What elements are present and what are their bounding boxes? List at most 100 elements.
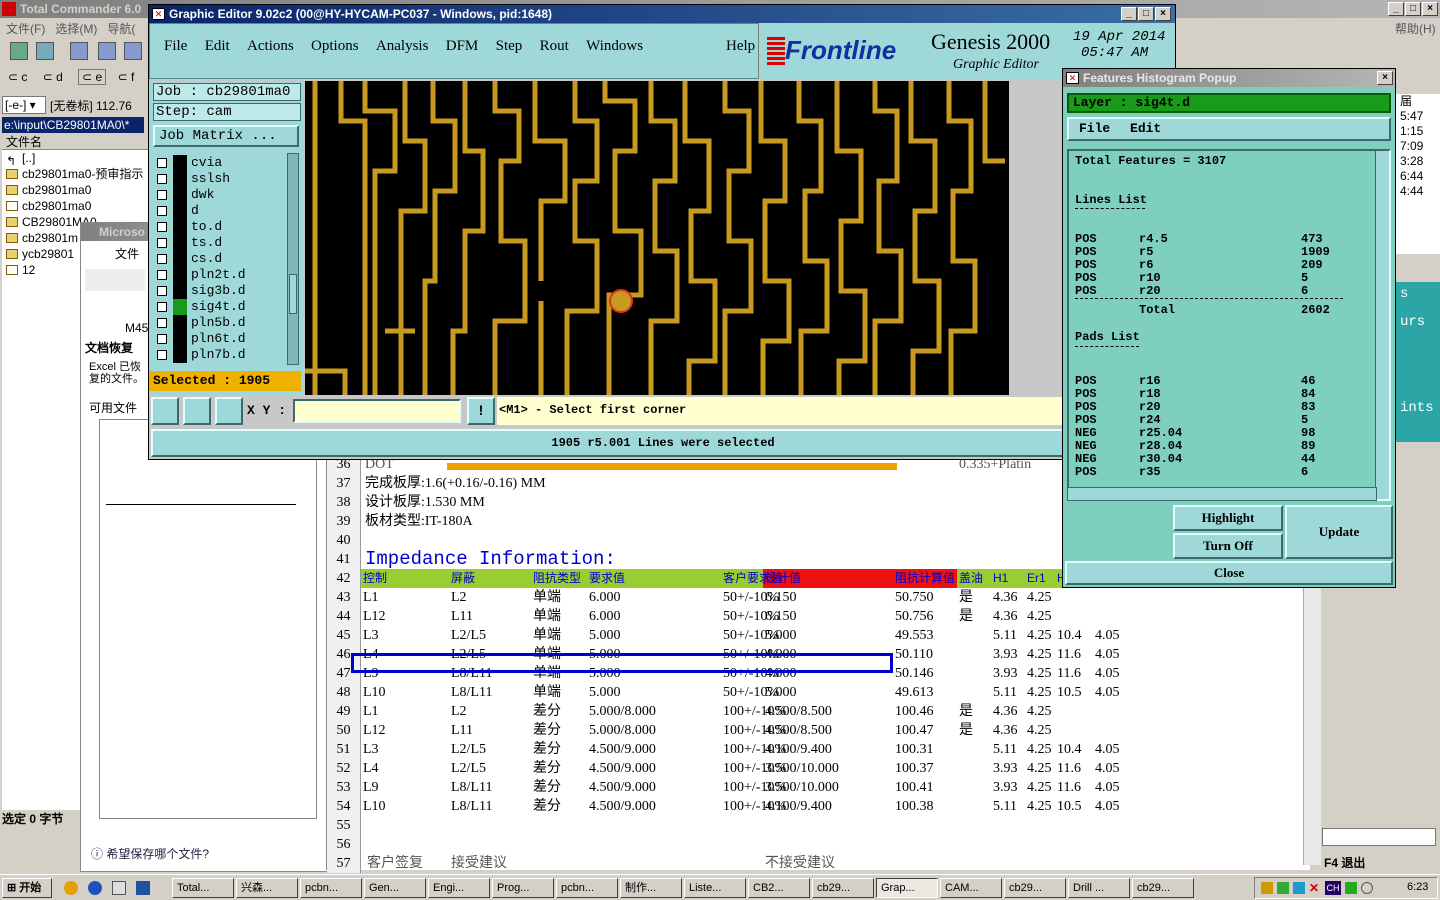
- histogram-scrollbar[interactable]: [1375, 151, 1389, 499]
- taskbar-item[interactable]: Total...: [172, 878, 234, 898]
- sheet-cell[interactable]: 4.25: [1027, 702, 1052, 721]
- sheet-cell[interactable]: 单端: [533, 607, 561, 626]
- save-question[interactable]: ⓘ 希望保存哪个文件?: [91, 845, 209, 862]
- sheet-cell[interactable]: 要求值: [589, 569, 625, 588]
- sheet-cell[interactable]: L2/L5: [451, 740, 486, 759]
- sheet-cell[interactable]: 差分: [533, 702, 561, 721]
- select-mode-icon[interactable]: [151, 397, 179, 425]
- layer-color-swatch[interactable]: [173, 267, 187, 283]
- layer-row[interactable]: pln6t.d: [151, 331, 273, 347]
- layer-checkbox[interactable]: [157, 286, 167, 296]
- sheet-cell[interactable]: 5.11: [993, 740, 1017, 759]
- sheet-cell[interactable]: L12: [363, 607, 386, 626]
- sheet-cell[interactable]: L4: [363, 759, 379, 778]
- layer-checkbox[interactable]: [157, 222, 167, 232]
- sheet-cell[interactable]: 4.25: [1027, 683, 1052, 702]
- sheet-cell[interactable]: 10.5: [1057, 683, 1082, 702]
- sheet-cell[interactable]: 不接受建议: [765, 854, 835, 873]
- layer-checkbox[interactable]: [157, 270, 167, 280]
- sheet-cell[interactable]: 差分: [533, 721, 561, 740]
- ge-close-button[interactable]: ×: [1155, 7, 1171, 21]
- sheet-row[interactable]: 55: [327, 816, 1311, 835]
- drive-e[interactable]: ⊂ e: [78, 69, 107, 85]
- menu-step[interactable]: Step: [496, 24, 523, 55]
- sheet-cell[interactable]: 4.25: [1027, 626, 1052, 645]
- popup-menu-edit[interactable]: Edit: [1130, 121, 1161, 136]
- sheet-scrollbar[interactable]: [1303, 585, 1321, 865]
- layer-row[interactable]: dwk: [151, 187, 273, 203]
- layer-checkbox[interactable]: [157, 190, 167, 200]
- sheet-cell[interactable]: 4.05: [1095, 664, 1120, 683]
- sheet-cell[interactable]: 11.6: [1057, 645, 1081, 664]
- popup-close-x[interactable]: ×: [1377, 71, 1393, 85]
- layer-checkbox[interactable]: [157, 174, 167, 184]
- taskbar-item[interactable]: 兴森...: [236, 878, 298, 898]
- tray-icon[interactable]: [1277, 882, 1289, 894]
- taskbar-item[interactable]: cb29...: [812, 878, 874, 898]
- job-matrix-button[interactable]: Job Matrix ...: [153, 125, 299, 147]
- sheet-cell[interactable]: 5.000: [765, 683, 797, 702]
- sheet-cell[interactable]: 4.500/9.000: [589, 797, 656, 816]
- layer-name[interactable]: cvia: [187, 156, 271, 170]
- sheet-cell[interactable]: 49.613: [895, 683, 934, 702]
- sheet-cell[interactable]: 4.05: [1095, 683, 1120, 702]
- sheet-cell[interactable]: 4.05: [1095, 740, 1120, 759]
- sheet-cell[interactable]: 5.000: [765, 626, 797, 645]
- row-number[interactable]: 49: [327, 702, 361, 721]
- layer-checkbox[interactable]: [157, 206, 167, 216]
- full-icon[interactable]: [98, 42, 116, 60]
- sheet-cell[interactable]: H1: [993, 569, 1008, 588]
- sheet-cell[interactable]: 4.36: [993, 702, 1018, 721]
- layer-checkbox[interactable]: [157, 238, 167, 248]
- layer-name[interactable]: sslsh: [187, 172, 271, 186]
- sheet-cell[interactable]: 6.000: [589, 607, 621, 626]
- taskbar-item[interactable]: Drill ...: [1068, 878, 1130, 898]
- taskbar-item[interactable]: cb29...: [1004, 878, 1066, 898]
- row-number[interactable]: 52: [327, 759, 361, 778]
- sheet-cell[interactable]: 5.000/8.000: [589, 702, 656, 721]
- sheet-cell[interactable]: 4.05: [1095, 645, 1120, 664]
- tray-icon[interactable]: [1361, 882, 1373, 894]
- sheet-cell[interactable]: 4.36: [993, 607, 1018, 626]
- sheet-cell[interactable]: 100.38: [895, 797, 934, 816]
- update-button[interactable]: Update: [1285, 505, 1393, 559]
- sheet-cell[interactable]: 4.100/9.400: [765, 740, 832, 759]
- sheet-cell[interactable]: L2/L5: [451, 626, 486, 645]
- grid-icon[interactable]: [215, 397, 243, 425]
- sheet-row[interactable]: 56: [327, 835, 1311, 854]
- layer-checkbox[interactable]: [157, 302, 167, 312]
- taskbar-item[interactable]: cb29...: [1132, 878, 1194, 898]
- layer-color-swatch[interactable]: [173, 347, 187, 363]
- tray-icon[interactable]: [1293, 882, 1305, 894]
- layer-row[interactable]: pln7b.d: [151, 347, 273, 363]
- sheet-cell[interactable]: 50.110: [895, 645, 933, 664]
- layer-color-swatch[interactable]: [173, 155, 187, 171]
- row-number[interactable]: 53: [327, 778, 361, 797]
- layer-color-swatch[interactable]: [173, 299, 187, 315]
- tree-icon[interactable]: [124, 42, 142, 60]
- sheet-cell[interactable]: L9: [363, 778, 379, 797]
- sheet-cell[interactable]: 控制: [363, 569, 387, 588]
- sheet-cell[interactable]: 单端: [533, 683, 561, 702]
- sheet-cell[interactable]: 是: [959, 588, 973, 607]
- menu-dfm[interactable]: DFM: [446, 24, 479, 55]
- sheet-cell[interactable]: 差分: [533, 778, 561, 797]
- layer-color-swatch[interactable]: [173, 331, 187, 347]
- row-number[interactable]: 43: [327, 588, 361, 607]
- quicklaunch-icon[interactable]: [112, 881, 126, 895]
- layer-color-swatch[interactable]: [173, 283, 187, 299]
- list-icon[interactable]: [36, 42, 54, 60]
- tc-menu-file[interactable]: 文件(F): [6, 22, 45, 36]
- sheet-cell[interactable]: 客户签复: [367, 854, 423, 873]
- tc-menu-nav[interactable]: 导航(: [107, 22, 135, 36]
- sheet-cell[interactable]: 100.41: [895, 778, 934, 797]
- sheet-cell[interactable]: Er1: [1027, 569, 1046, 588]
- row-number[interactable]: 45: [327, 626, 361, 645]
- tc-minimize-button[interactable]: _: [1388, 2, 1404, 16]
- tray-icon[interactable]: ✕: [1309, 882, 1321, 894]
- file-item[interactable]: ↰ [..]: [2, 150, 148, 166]
- taskbar-item[interactable]: pcbn...: [300, 878, 362, 898]
- sheet-cell[interactable]: 4.05: [1095, 797, 1120, 816]
- recovery-list[interactable]: [99, 419, 317, 819]
- sheet-row[interactable]: 50 L12 L11 差分 5.000/8.000 100+/-10% 4.500/8.50…: [327, 721, 1311, 740]
